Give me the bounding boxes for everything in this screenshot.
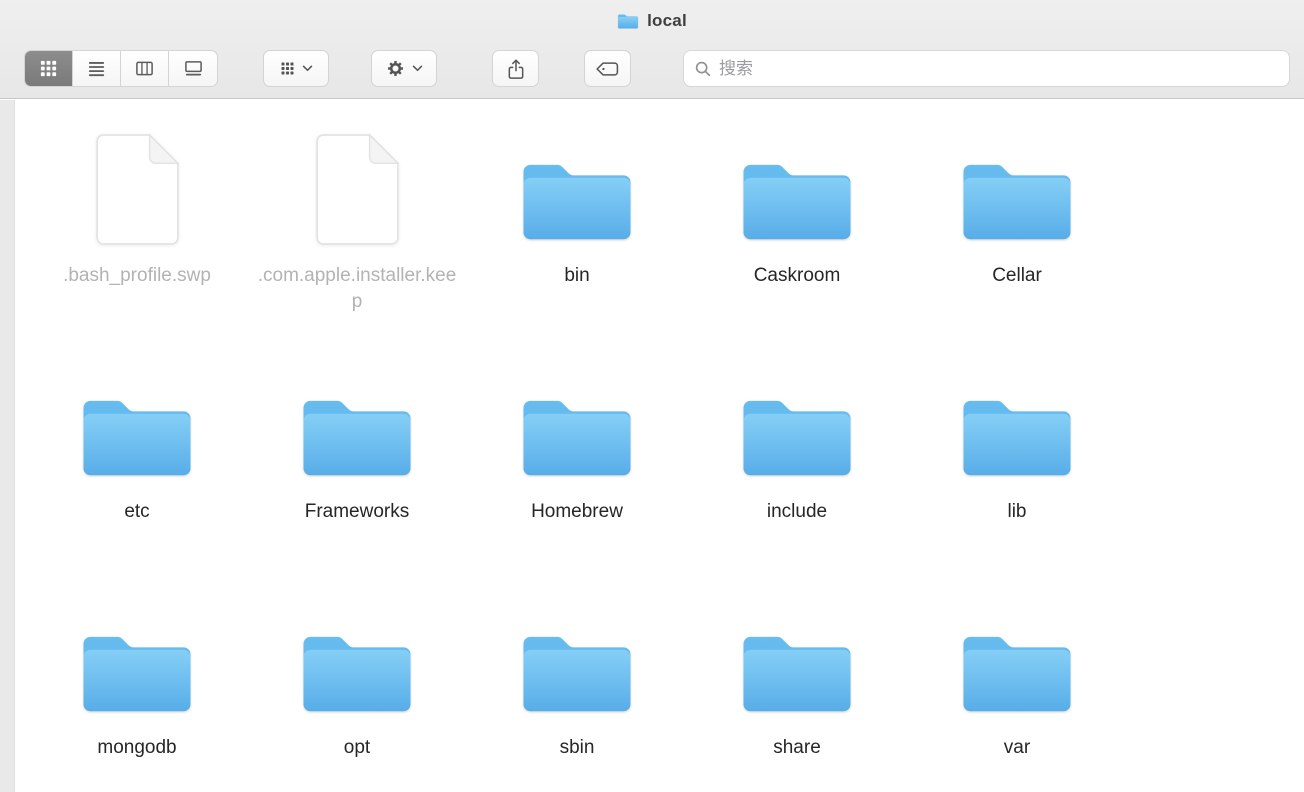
folder-icon	[516, 362, 638, 484]
item-label: bin	[564, 265, 590, 286]
folder-item[interactable]: bin	[467, 126, 687, 362]
chevron-down-icon	[412, 65, 422, 72]
folder-icon	[516, 126, 638, 248]
document-icon	[91, 126, 184, 248]
view-mode-switcher	[24, 50, 218, 87]
item-label: mongodb	[97, 737, 177, 758]
list-view-button[interactable]	[73, 51, 121, 86]
folder-icon	[516, 598, 638, 720]
item-label: opt	[343, 737, 371, 758]
title-bar[interactable]: local	[0, 0, 1304, 42]
folder-item[interactable]: sbin	[467, 598, 687, 792]
gallery-view-button[interactable]	[169, 51, 217, 86]
item-label: Caskroom	[753, 265, 841, 286]
folder-item[interactable]: Frameworks	[247, 362, 467, 598]
folder-item[interactable]: mongodb	[27, 598, 247, 792]
item-label: .bash_profile.swp	[63, 265, 211, 286]
gallery-view-icon	[184, 61, 202, 76]
item-label: include	[766, 501, 828, 522]
folder-icon	[736, 126, 858, 248]
folder-item[interactable]: Homebrew	[467, 362, 687, 598]
arrange-grid-icon	[281, 62, 293, 75]
item-label: lib	[1007, 501, 1027, 522]
folder-icon	[296, 362, 418, 484]
item-label: .com.apple.installer.keep	[257, 265, 457, 312]
item-label: Cellar	[992, 265, 1042, 286]
gear-icon	[387, 60, 403, 77]
share-icon	[508, 59, 523, 79]
action-button[interactable]	[371, 50, 437, 87]
column-view-button[interactable]	[121, 51, 169, 86]
chevron-down-icon	[302, 65, 312, 72]
file-item[interactable]: .com.apple.installer.keep	[247, 126, 467, 362]
list-view-icon	[88, 62, 105, 77]
tag-icon	[596, 61, 619, 76]
item-label: sbin	[559, 737, 595, 758]
icon-view-button[interactable]	[25, 51, 73, 86]
window-title: local	[647, 11, 687, 30]
item-label: Frameworks	[304, 501, 410, 522]
tag-button[interactable]	[584, 50, 631, 87]
document-icon	[311, 126, 404, 248]
window-chrome: local	[0, 0, 1304, 99]
search-icon	[695, 61, 711, 76]
folder-icon	[736, 598, 858, 720]
folder-icon	[736, 362, 858, 484]
folder-icon	[76, 598, 198, 720]
folder-icon	[296, 598, 418, 720]
file-grid: .bash_profile.swp .com.apple.installer.ke…	[15, 100, 1304, 792]
folder-icon	[956, 598, 1078, 720]
titlebar-folder-icon	[617, 12, 639, 30]
folder-item[interactable]: opt	[247, 598, 467, 792]
folder-icon	[76, 362, 198, 484]
folder-item[interactable]: Cellar	[907, 126, 1127, 362]
arrange-button[interactable]	[263, 50, 329, 87]
folder-item[interactable]: var	[907, 598, 1127, 792]
content-area: .bash_profile.swp .com.apple.installer.ke…	[15, 100, 1304, 792]
folder-item[interactable]: include	[687, 362, 907, 598]
window-left-edge	[0, 100, 15, 792]
search-field	[683, 50, 1290, 87]
item-label: share	[773, 737, 821, 758]
folder-item[interactable]: etc	[27, 362, 247, 598]
folder-item[interactable]: share	[687, 598, 907, 792]
share-button[interactable]	[492, 50, 539, 87]
toolbar	[0, 42, 1304, 99]
folder-item[interactable]: lib	[907, 362, 1127, 598]
icon-view-icon	[40, 60, 57, 77]
item-label: etc	[124, 501, 150, 522]
item-label: Homebrew	[531, 501, 623, 522]
column-view-icon	[136, 61, 153, 76]
folder-icon	[956, 126, 1078, 248]
folder-item[interactable]: Caskroom	[687, 126, 907, 362]
folder-icon	[956, 362, 1078, 484]
search-input[interactable]	[719, 58, 1279, 79]
item-label: var	[1003, 737, 1031, 758]
file-item[interactable]: .bash_profile.swp	[27, 126, 247, 362]
